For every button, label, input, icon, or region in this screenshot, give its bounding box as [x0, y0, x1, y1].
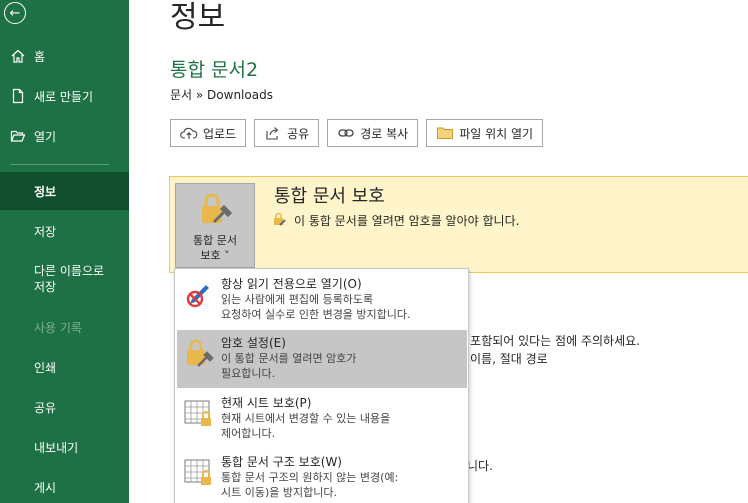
- sidebar-item-label: 인쇄: [34, 360, 57, 375]
- upload-button-label: 업로드: [203, 126, 237, 141]
- sheet-lock-icon: [183, 398, 215, 432]
- workbook-structure-lock-icon: [183, 457, 215, 491]
- protect-workbook-menu: 항상 읽기 전용으로 열기(O) 읽는 사람에게 편집에 등록하도록 요청하여 …: [174, 268, 469, 503]
- home-icon: [10, 48, 26, 64]
- sidebar-item-label: 열기: [34, 129, 57, 144]
- open-folder-icon: [10, 128, 26, 144]
- sidebar-item-history: 사용 기록: [0, 308, 129, 346]
- lock-key-icon: [184, 338, 214, 374]
- menu-item-always-open-read-only[interactable]: 항상 읽기 전용으로 열기(O) 읽는 사람에게 편집에 등록하도록 요청하여 …: [177, 271, 467, 329]
- open-file-location-button[interactable]: 파일 위치 열기: [426, 119, 544, 147]
- upload-button[interactable]: 업로드: [170, 119, 247, 147]
- menu-item-title: 현재 시트 보호(P): [221, 396, 312, 410]
- cloud-upload-icon: [180, 125, 198, 141]
- sidebar-item-label: 새로 만들기: [34, 89, 94, 104]
- sidebar-item-save[interactable]: 저장: [0, 212, 129, 250]
- open-file-location-button-label: 파일 위치 열기: [459, 126, 534, 141]
- protect-tile-label: 보호 ˅: [200, 249, 230, 262]
- protect-workbook-button[interactable]: 통합 문서 보호 ˅: [175, 183, 255, 268]
- sidebar-item-label: 다른 이름으로 저장: [34, 264, 105, 294]
- inspect-info-text: 이름, 절대 경로: [470, 352, 548, 366]
- menu-item-desc: 현재 시트에서 변경할 수 있는 내용을: [221, 412, 391, 425]
- lock-key-icon: [197, 192, 233, 230]
- menu-item-desc: 시트 이동)을 방지합니다.: [221, 486, 337, 499]
- protect-heading: 통합 문서 보호: [274, 186, 385, 207]
- share-button-label: 공유: [287, 126, 310, 141]
- menu-item-desc: 요청하여 실수로 인한 변경을 방지합니다.: [221, 308, 411, 321]
- menu-item-desc: 이 통합 문서를 열려면 암호가: [221, 352, 357, 365]
- sidebar-item-open[interactable]: 열기: [0, 117, 129, 155]
- lock-key-small-icon: [272, 212, 288, 229]
- share-button[interactable]: 공유: [254, 119, 320, 147]
- sidebar-item-label: 정보: [34, 184, 57, 199]
- sidebar-item-label: 저장: [34, 224, 57, 239]
- sidebar-item-info[interactable]: 정보: [0, 172, 129, 210]
- sidebar-item-label: 내보내기: [34, 440, 79, 455]
- menu-item-title: 암호 설정(E): [221, 336, 286, 350]
- pen-no-icon: [184, 279, 214, 313]
- share-icon: [264, 125, 282, 141]
- copy-path-button[interactable]: 경로 복사: [327, 119, 419, 147]
- inspect-info-text: 니다.: [467, 459, 493, 473]
- menu-item-desc: 필요합니다.: [221, 367, 276, 380]
- menu-item-title: 항상 읽기 전용으로 열기(O): [221, 277, 362, 291]
- link-icon: [337, 125, 355, 141]
- menu-item-protect-workbook-structure[interactable]: 통합 문서 구조 보호(W) 통합 문서 구조의 원하지 않는 변경(예: 시트…: [177, 449, 467, 503]
- action-toolbar: 업로드 공유 경로 복사 파일 위치 열기: [170, 119, 544, 147]
- sidebar-item-label: 공유: [34, 400, 57, 415]
- menu-item-title: 통합 문서 구조 보호(W): [221, 455, 342, 469]
- folder-icon: [436, 125, 454, 141]
- sidebar-item-label: 게시: [34, 480, 57, 495]
- breadcrumb: 문서 » Downloads: [170, 88, 273, 102]
- new-document-icon: [10, 88, 26, 104]
- sidebar-item-home[interactable]: 홈: [0, 37, 129, 75]
- protect-description: 이 통합 문서를 열려면 암호를 알아야 합니다.: [294, 214, 520, 228]
- protect-workbook-panel: 통합 문서 보호 ˅ 통합 문서 보호 이 통합 문서를 열려면 암호를 알아야…: [169, 176, 748, 273]
- sidebar-item-publish[interactable]: 게시: [0, 468, 129, 503]
- sidebar-item-new[interactable]: 새로 만들기: [0, 77, 129, 115]
- menu-item-desc: 통합 문서 구조의 원하지 않는 변경(예:: [221, 471, 399, 484]
- sidebar-divider: [10, 164, 109, 165]
- page-title: 정보: [170, 0, 226, 35]
- inspect-info-text: l 포함되어 있다는 점에 주의하세요.: [463, 334, 640, 348]
- back-arrow-icon[interactable]: ←: [4, 2, 26, 24]
- backstage-sidebar: ← 홈 새로 만들기 열기 정보 저장 다른 이름으로 저장 사용 기록 인쇄 …: [0, 0, 129, 503]
- copy-path-button-label: 경로 복사: [360, 126, 409, 141]
- sidebar-item-label: 홈: [34, 49, 46, 64]
- sidebar-item-share[interactable]: 공유: [0, 388, 129, 426]
- sidebar-item-save-as[interactable]: 다른 이름으로 저장: [0, 257, 110, 301]
- sidebar-item-print[interactable]: 인쇄: [0, 348, 129, 386]
- menu-item-protect-current-sheet[interactable]: 현재 시트 보호(P) 현재 시트에서 변경할 수 있는 내용을 제어합니다.: [177, 390, 467, 448]
- sidebar-item-export[interactable]: 내보내기: [0, 428, 129, 466]
- menu-item-encrypt-with-password[interactable]: 암호 설정(E) 이 통합 문서를 열려면 암호가 필요합니다.: [177, 330, 467, 388]
- protect-description-row: 이 통합 문서를 열려면 암호를 알아야 합니다.: [272, 212, 519, 229]
- menu-item-desc: 읽는 사람에게 편집에 등록하도록: [221, 293, 374, 306]
- document-title: 통합 문서2: [170, 59, 259, 81]
- sidebar-item-label: 사용 기록: [34, 320, 82, 335]
- protect-tile-label: 통합 문서: [193, 234, 237, 247]
- menu-item-desc: 제어합니다.: [221, 427, 276, 440]
